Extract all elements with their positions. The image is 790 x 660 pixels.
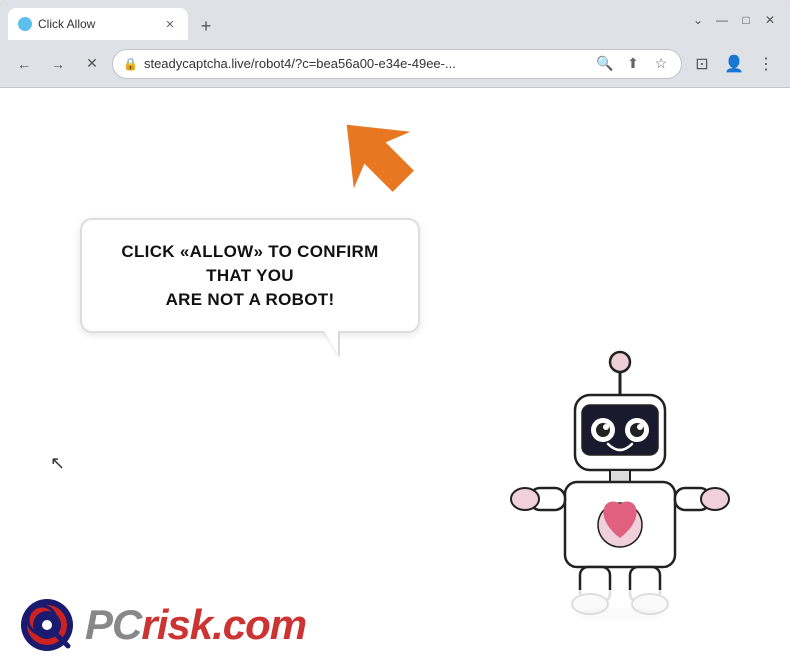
title-bar: Click Allow ✕ + ⌄ — □ ✕: [0, 0, 790, 40]
share-icon[interactable]: ⬆: [623, 54, 643, 74]
arrow-indicator: [330, 108, 410, 188]
robot-illustration: [510, 340, 730, 620]
window-controls: ⌄ — □ ✕: [690, 12, 782, 28]
address-bar[interactable]: 🔒 steadycaptcha.live/robot4/?c=bea56a00-…: [112, 49, 682, 79]
address-bar-icons: 🔍 ⬆ ☆: [595, 54, 671, 74]
bubble-text: CLICK «ALLOW» TO CONFIRM THAT YOU ARE NO…: [106, 240, 394, 311]
tab-favicon: [18, 17, 32, 31]
split-view-button[interactable]: ⊡: [688, 50, 716, 78]
profile-button[interactable]: 👤: [720, 50, 748, 78]
back-button[interactable]: ←: [10, 50, 38, 78]
speech-bubble: CLICK «ALLOW» TO CONFIRM THAT YOU ARE NO…: [80, 218, 420, 333]
pcrisk-watermark: PCrisk.com: [0, 590, 790, 660]
forward-button[interactable]: →: [44, 50, 72, 78]
maximize-button[interactable]: □: [738, 12, 754, 28]
tab-close-button[interactable]: ✕: [162, 16, 178, 32]
reload-button[interactable]: ✕: [78, 50, 106, 78]
pcrisk-logo-icon: [20, 598, 75, 653]
tab-strip: Click Allow ✕ +: [8, 0, 690, 40]
tab-overflow-button[interactable]: ⌄: [690, 12, 706, 28]
search-icon[interactable]: 🔍: [595, 54, 615, 74]
browser-menu-icons: ⊡ 👤 ⋮: [688, 50, 780, 78]
nav-bar: ← → ✕ 🔒 steadycaptcha.live/robot4/?c=bea…: [0, 40, 790, 88]
browser-window: Click Allow ✕ + ⌄ — □ ✕ ← → ✕ 🔒 steadyca…: [0, 0, 790, 660]
bookmark-icon[interactable]: ☆: [651, 54, 671, 74]
close-button[interactable]: ✕: [762, 12, 778, 28]
browser-tab[interactable]: Click Allow ✕: [8, 8, 188, 40]
pcrisk-brand-text: PCrisk.com: [85, 601, 306, 649]
mouse-cursor: ↖: [50, 453, 65, 474]
page-content: CLICK «ALLOW» TO CONFIRM THAT YOU ARE NO…: [0, 88, 790, 660]
tab-title: Click Allow: [38, 17, 156, 31]
minimize-button[interactable]: —: [714, 12, 730, 28]
new-tab-button[interactable]: +: [192, 12, 220, 40]
url-text: steadycaptcha.live/robot4/?c=bea56a00-e3…: [144, 56, 589, 71]
more-options-button[interactable]: ⋮: [752, 50, 780, 78]
lock-icon: 🔒: [123, 57, 138, 71]
